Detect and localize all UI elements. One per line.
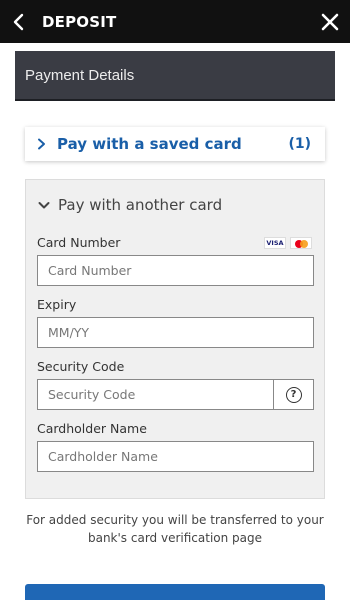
visa-logo: VISA [264,237,286,249]
top-bar: DEPOSIT [0,0,350,43]
saved-card-option[interactable]: Pay with a saved card (1) [25,127,325,161]
security-code-label: Security Code [37,359,125,374]
another-card-label: Pay with another card [58,196,223,214]
saved-card-label: Pay with a saved card [57,135,242,153]
another-card-toggle[interactable]: Pay with another card [38,195,222,215]
card-number-label: Card Number [37,235,121,250]
close-icon [321,13,339,30]
section-title: Payment Details [25,66,135,84]
mastercard-logo [290,237,312,249]
cardholder-name-input[interactable] [37,441,314,472]
question-circle-icon: ? [285,386,302,403]
close-button[interactable] [310,0,350,43]
security-code-input[interactable] [38,380,273,409]
chevron-left-icon [13,13,24,30]
page-title: DEPOSIT [42,12,117,31]
payment-details-header: Payment Details [15,51,335,101]
continue-button[interactable] [25,584,325,600]
expiry-label: Expiry [37,297,77,312]
another-card-panel: Pay with another card Card Number VISA E… [25,179,325,499]
card-number-input[interactable] [37,255,314,286]
cardholder-name-label: Cardholder Name [37,421,147,436]
chevron-right-icon [37,138,51,150]
saved-card-count: (1) [288,136,311,152]
card-brand-logos: VISA [264,237,312,249]
security-code-field: ? [37,379,314,410]
chevron-down-icon [38,201,52,210]
security-note: For added security you will be transferr… [26,513,324,545]
back-button[interactable] [0,0,36,43]
security-code-help-button[interactable]: ? [273,380,313,409]
expiry-input[interactable] [37,317,314,348]
